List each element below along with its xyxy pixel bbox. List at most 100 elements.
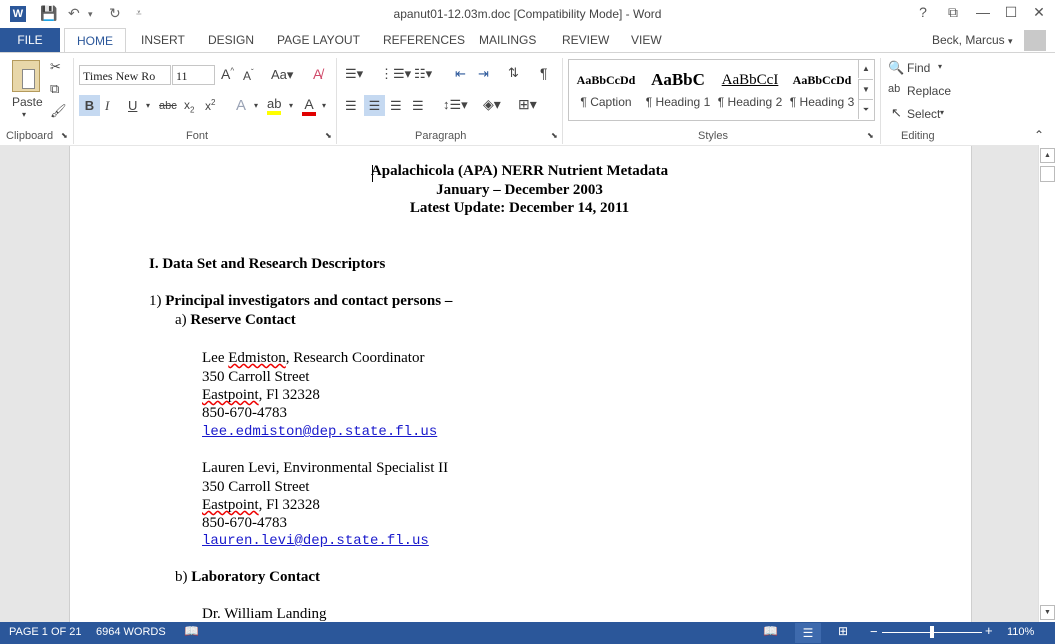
bold-button[interactable]: B: [79, 95, 100, 116]
font-launcher-icon[interactable]: ⬊: [325, 131, 332, 140]
format-painter-icon[interactable]: 🖌: [50, 103, 67, 119]
item-1-text: Principal investigators and contact pers…: [165, 293, 453, 309]
align-right-icon[interactable]: ☰: [390, 98, 402, 114]
borders-icon[interactable]: ⊞▾: [518, 96, 537, 113]
clear-formatting-icon[interactable]: A̸: [313, 66, 322, 82]
text-effects-dropdown-icon[interactable]: ▾: [254, 101, 258, 110]
user-dropdown-icon[interactable]: ▾: [1008, 36, 1013, 47]
ribbon-display-options-button[interactable]: ⧉: [940, 4, 966, 21]
shading-icon[interactable]: ◈▾: [483, 96, 501, 113]
maximize-button[interactable]: ☐: [998, 4, 1024, 21]
copy-icon[interactable]: ⧉: [50, 81, 59, 97]
paste-dropdown-icon[interactable]: ▾: [22, 110, 26, 119]
tab-mailings[interactable]: MAILINGS: [479, 33, 536, 47]
highlight-dropdown-icon[interactable]: ▾: [289, 101, 293, 110]
sort-icon[interactable]: ⇅: [508, 65, 519, 81]
scroll-up-icon[interactable]: ▲: [1040, 148, 1055, 163]
scroll-thumb[interactable]: [1040, 166, 1055, 182]
tab-home[interactable]: HOME: [64, 28, 126, 54]
gallery-more-icon[interactable]: ⏷: [858, 99, 873, 119]
find-icon[interactable]: 🔍: [888, 60, 904, 76]
clipboard-launcher-icon[interactable]: ⬊: [61, 131, 68, 140]
style-name: ¶ Heading 3: [789, 95, 855, 109]
style-heading-2[interactable]: AaBbCcI ¶ Heading 2: [714, 61, 786, 117]
style-caption[interactable]: AaBbCcDd ¶ Caption: [570, 61, 642, 117]
font-size-box[interactable]: 11: [172, 65, 215, 85]
help-button[interactable]: ?: [910, 4, 936, 20]
zoom-level[interactable]: 110%: [1007, 626, 1034, 638]
cut-icon[interactable]: ✂: [50, 59, 61, 75]
collapse-ribbon-icon[interactable]: ⌃: [1034, 128, 1044, 142]
select-dropdown-icon[interactable]: ▾: [940, 108, 944, 117]
change-case-icon[interactable]: Aa▾: [271, 67, 293, 83]
select-icon[interactable]: ↖: [891, 105, 902, 121]
underline-button[interactable]: U: [128, 98, 137, 113]
gallery-scroll-up-icon[interactable]: ▲: [858, 60, 873, 78]
page-count[interactable]: PAGE 1 OF 21: [9, 626, 82, 638]
italic-button[interactable]: I: [105, 98, 109, 114]
find-dropdown-icon[interactable]: ▾: [938, 62, 942, 71]
text-effects-icon[interactable]: A: [236, 97, 246, 114]
tab-view[interactable]: VIEW: [631, 33, 662, 47]
align-center-icon[interactable]: ☰: [364, 95, 385, 116]
close-button[interactable]: ✕: [1026, 4, 1052, 21]
contact-2-email-link[interactable]: lauren.levi@dep.state.fl.us: [202, 533, 429, 549]
subscript-button[interactable]: x2: [184, 98, 194, 114]
style-heading-1[interactable]: AaBbC ¶ Heading 1: [642, 61, 714, 117]
user-avatar[interactable]: [1024, 30, 1046, 51]
zoom-slider-thumb[interactable]: [930, 626, 934, 638]
gallery-scroll-down-icon[interactable]: ▼: [858, 79, 873, 99]
paragraph-launcher-icon[interactable]: ⬊: [551, 131, 558, 140]
bullets-icon[interactable]: ☰▾: [345, 66, 363, 82]
align-left-icon[interactable]: ☰: [345, 98, 357, 114]
font-group-label: Font: [186, 130, 209, 142]
read-mode-icon[interactable]: 📖: [763, 624, 778, 638]
highlight-color-icon[interactable]: ab: [267, 96, 282, 115]
show-hide-formatting-icon[interactable]: ¶: [540, 65, 548, 81]
grow-font-icon[interactable]: A^: [221, 66, 234, 82]
styles-group-label: Styles: [698, 130, 728, 142]
find-button[interactable]: Find: [907, 61, 930, 75]
replace-button[interactable]: Replace: [907, 84, 951, 98]
tab-insert[interactable]: INSERT: [141, 33, 185, 47]
style-heading-3[interactable]: AaBbCcDd ¶ Heading 3: [786, 61, 858, 117]
decrease-indent-icon[interactable]: ⇤: [455, 66, 466, 82]
tab-file[interactable]: FILE: [0, 28, 60, 52]
tab-review[interactable]: REVIEW: [562, 33, 609, 47]
increase-indent-icon[interactable]: ⇥: [478, 66, 489, 82]
section-heading: I. Data Set and Research Descriptors: [149, 256, 386, 272]
contact-2-city: Eastpoint: [202, 497, 259, 513]
numbering-icon[interactable]: ⋮☰▾: [380, 66, 411, 82]
tab-page-layout[interactable]: PAGE LAYOUT: [277, 33, 360, 47]
underline-dropdown-icon[interactable]: ▾: [146, 101, 150, 110]
proofing-icon[interactable]: 📖: [184, 624, 199, 638]
user-name[interactable]: Beck, Marcus: [932, 33, 1005, 47]
print-layout-icon[interactable]: ☰: [795, 623, 821, 643]
vertical-scrollbar[interactable]: [1038, 145, 1055, 622]
paste-icon[interactable]: [12, 60, 40, 92]
select-button[interactable]: Select: [907, 107, 940, 121]
multilevel-list-icon[interactable]: ☷▾: [414, 66, 432, 82]
justify-icon[interactable]: ☰: [412, 98, 424, 114]
tab-design[interactable]: DESIGN: [208, 33, 254, 47]
font-name-box[interactable]: Times New Ro: [79, 65, 171, 85]
superscript-button[interactable]: x2: [205, 98, 215, 113]
shrink-font-icon[interactable]: Aˇ: [243, 68, 254, 83]
zoom-in-icon[interactable]: +: [985, 623, 993, 638]
contact-1-email-link[interactable]: lee.edmiston@dep.state.fl.us: [202, 424, 437, 440]
editing-group-label: Editing: [901, 130, 935, 142]
strikethrough-button[interactable]: abc: [159, 100, 177, 112]
style-name: ¶ Caption: [580, 95, 632, 109]
scroll-down-icon[interactable]: ▼: [1040, 605, 1055, 620]
tab-references[interactable]: REFERENCES: [383, 33, 465, 47]
line-spacing-icon[interactable]: ↕☰▾: [443, 97, 468, 113]
word-count[interactable]: 6964 WORDS: [96, 626, 166, 638]
web-layout-icon[interactable]: ⊞: [838, 624, 848, 638]
replace-icon[interactable]: ab: [888, 83, 900, 95]
minimize-button[interactable]: —: [970, 4, 996, 20]
zoom-out-icon[interactable]: −: [870, 624, 878, 639]
styles-launcher-icon[interactable]: ⬊: [867, 131, 874, 140]
font-color-icon[interactable]: A: [302, 96, 316, 116]
font-color-dropdown-icon[interactable]: ▾: [322, 101, 326, 110]
paste-button[interactable]: Paste: [12, 95, 43, 109]
